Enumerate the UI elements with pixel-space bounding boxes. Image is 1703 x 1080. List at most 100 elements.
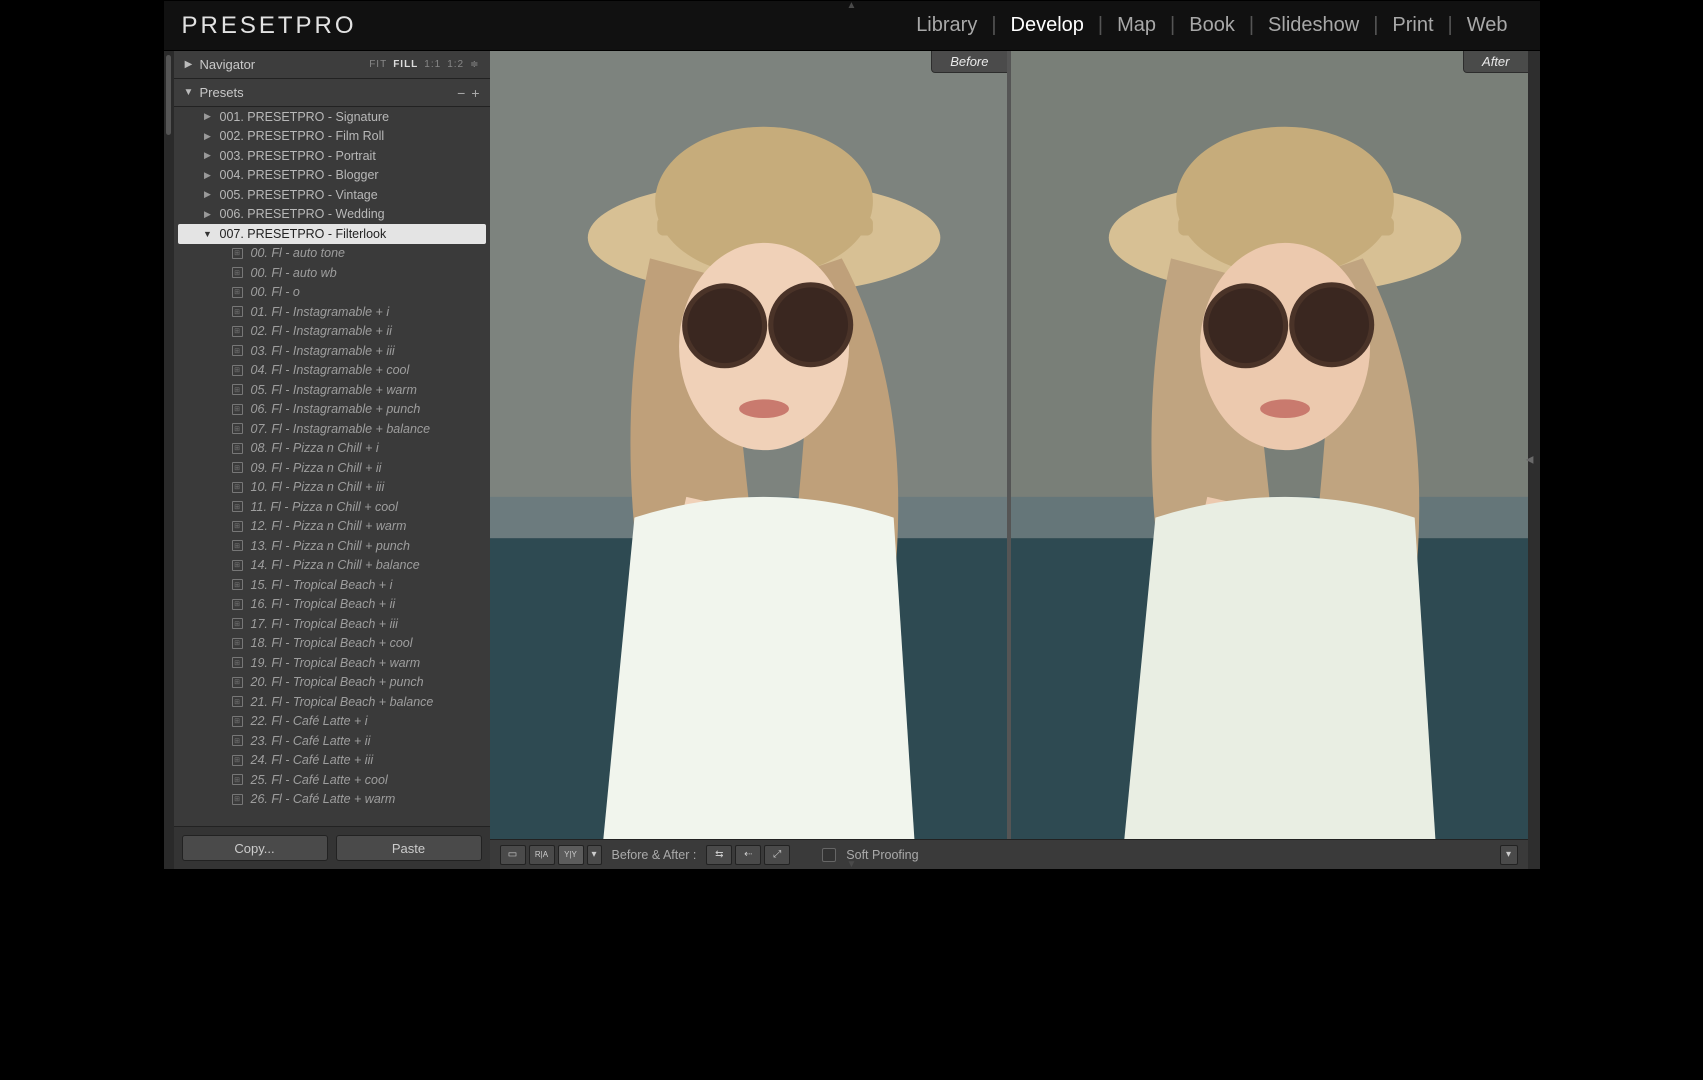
preset-folder[interactable]: ▶006. PRESETPRO - Wedding xyxy=(174,205,490,225)
brand-logo: PRESETPRO xyxy=(182,12,357,40)
preset-item[interactable]: ⊞15. Fl - Tropical Beach + i xyxy=(174,575,490,595)
left-bottom-buttons: Copy... Paste xyxy=(174,826,490,869)
preset-item[interactable]: ⊞02. Fl - Instagramable + ii xyxy=(174,322,490,342)
module-map[interactable]: Map xyxy=(1103,14,1170,37)
preset-folder[interactable]: ▼007. PRESETPRO - Filterlook xyxy=(178,224,486,244)
preset-item[interactable]: ⊞19. Fl - Tropical Beach + warm xyxy=(174,653,490,673)
preset-item-label: 24. Fl - Café Latte + iii xyxy=(251,753,374,767)
preset-item[interactable]: ⊞17. Fl - Tropical Beach + iii xyxy=(174,614,490,634)
preset-item-label: 23. Fl - Café Latte + ii xyxy=(251,734,371,748)
center-viewport: Before xyxy=(490,51,1528,869)
right-panel-collapsed[interactable]: ◀ xyxy=(1528,51,1540,869)
preset-icon: ⊞ xyxy=(232,579,243,590)
preset-item[interactable]: ⊞01. Fl - Instagramable + i xyxy=(174,302,490,322)
after-pane[interactable]: After xyxy=(1011,51,1528,839)
swap-before-after-button[interactable]: ⇆ xyxy=(706,845,732,865)
preset-folder-label: 006. PRESETPRO - Wedding xyxy=(220,207,385,221)
preset-item[interactable]: ⊞06. Fl - Instagramable + punch xyxy=(174,400,490,420)
preset-item[interactable]: ⊞24. Fl - Café Latte + iii xyxy=(174,751,490,771)
preset-item[interactable]: ⊞07. Fl - Instagramable + balance xyxy=(174,419,490,439)
chevron-right-icon: ▶ xyxy=(184,59,194,70)
preset-item-label: 03. Fl - Instagramable + iii xyxy=(251,344,395,358)
presets-header[interactable]: ▼ Presets − + xyxy=(174,79,490,107)
preset-item[interactable]: ⊞22. Fl - Café Latte + i xyxy=(174,712,490,732)
minus-icon[interactable]: − xyxy=(457,85,465,101)
preset-item[interactable]: ⊞ 03. Fl - Instagramable + iii xyxy=(174,341,490,361)
toolbar-collapse-button[interactable]: ▾ xyxy=(1500,845,1518,865)
left-scrollbar[interactable] xyxy=(164,51,174,869)
preset-item[interactable]: ⊞05. Fl - Instagramable + warm xyxy=(174,380,490,400)
preset-item-label: 17. Fl - Tropical Beach + iii xyxy=(251,617,398,631)
zoom-fit[interactable]: FIT xyxy=(369,59,387,70)
preset-item[interactable]: ⊞08. Fl - Pizza n Chill + i xyxy=(174,439,490,459)
preset-item[interactable]: ⊞12. Fl - Pizza n Chill + warm xyxy=(174,517,490,537)
module-develop[interactable]: Develop xyxy=(997,14,1098,37)
zoom-1-1[interactable]: 1:1 xyxy=(424,59,441,70)
preset-item[interactable]: ⊞00. Fl - auto tone xyxy=(174,244,490,264)
module-book[interactable]: Book xyxy=(1175,14,1249,37)
copy-button[interactable]: Copy... xyxy=(182,835,328,861)
preset-folder-label: 007. PRESETPRO - Filterlook xyxy=(220,227,387,241)
preset-item[interactable]: ⊞18. Fl - Tropical Beach + cool xyxy=(174,634,490,654)
preset-item[interactable]: ⊞09. Fl - Pizza n Chill + ii xyxy=(174,458,490,478)
before-after-view-button[interactable]: Y|Y xyxy=(558,845,584,865)
before-pane[interactable]: Before xyxy=(490,51,1007,839)
chevron-down-icon: ▼ xyxy=(184,87,194,98)
navigator-zoom-options: FIT FILL 1:1 1:2 ≑ xyxy=(369,59,479,70)
preset-item-label: 14. Fl - Pizza n Chill + balance xyxy=(251,558,420,572)
preset-item-label: 12. Fl - Pizza n Chill + warm xyxy=(251,519,407,533)
before-after-menu-button[interactable]: ▾ xyxy=(587,845,602,865)
navigator-header[interactable]: ▶ Navigator FITFILL1:11:2≑ xyxy=(174,51,490,79)
preset-item[interactable]: ⊞25. Fl - Café Latte + cool xyxy=(174,770,490,790)
preset-icon: ⊞ xyxy=(232,248,243,259)
loupe-view-button[interactable]: ▭ xyxy=(500,845,526,865)
preset-item[interactable]: ⊞26. Fl - Café Latte + warm xyxy=(174,790,490,810)
preset-item[interactable]: ⊞00. Fl - auto wb xyxy=(174,263,490,283)
filmstrip-toggle[interactable]: ▼ xyxy=(847,859,857,870)
zoom-stepper-icon[interactable]: ≑ xyxy=(470,59,479,70)
preset-icon: ⊞ xyxy=(232,345,243,356)
preset-folder[interactable]: ▶002. PRESETPRO - Film Roll xyxy=(174,127,490,147)
reference-view-button[interactable]: R|A xyxy=(529,845,555,865)
preset-item[interactable]: ⊞14. Fl - Pizza n Chill + balance xyxy=(174,556,490,576)
preset-item-label: 00. Fl - auto wb xyxy=(251,266,337,280)
zoom-fill[interactable]: FILL xyxy=(393,59,418,70)
preset-item-label: 25. Fl - Café Latte + cool xyxy=(251,773,388,787)
chevron-right-icon: ▶ xyxy=(202,189,214,200)
soft-proofing-checkbox[interactable] xyxy=(822,848,836,862)
preset-item[interactable]: ⊞10. Fl - Pizza n Chill + iii xyxy=(174,478,490,498)
top-panel-toggle[interactable]: ▲ xyxy=(847,0,857,11)
soft-proofing-label: Soft Proofing xyxy=(846,848,918,862)
preset-icon: ⊞ xyxy=(232,443,243,454)
zoom-1-2[interactable]: 1:2 xyxy=(447,59,464,70)
preset-folder[interactable]: ▶004. PRESETPRO - Blogger xyxy=(174,166,490,186)
preset-item[interactable]: ⊞23. Fl - Café Latte + ii xyxy=(174,731,490,751)
copy-after-to-before-button[interactable]: ⇠ xyxy=(735,845,761,865)
preset-item[interactable]: ⊞04. Fl - Instagramable + cool xyxy=(174,361,490,381)
plus-icon[interactable]: + xyxy=(471,85,479,101)
preset-folder-label: 004. PRESETPRO - Blogger xyxy=(220,168,379,182)
preset-folder[interactable]: ▶005. PRESETPRO - Vintage xyxy=(174,185,490,205)
preset-folder[interactable]: ▶003. PRESETPRO - Portrait xyxy=(174,146,490,166)
before-after-label: Before & After : xyxy=(612,848,697,862)
preset-folder-label: 002. PRESETPRO - Film Roll xyxy=(220,129,385,143)
copy-before-to-after-button[interactable]: ⤢ xyxy=(764,845,790,865)
preset-item[interactable]: ⊞00. Fl - o xyxy=(174,283,490,303)
preset-item[interactable]: ⊞20. Fl - Tropical Beach + punch xyxy=(174,673,490,693)
module-library[interactable]: Library xyxy=(902,14,991,37)
paste-button[interactable]: Paste xyxy=(336,835,482,861)
preset-item[interactable]: ⊞13. Fl - Pizza n Chill + punch xyxy=(174,536,490,556)
module-web[interactable]: Web xyxy=(1453,14,1522,37)
preset-item-label: 09. Fl - Pizza n Chill + ii xyxy=(251,461,382,475)
preset-item-label: 05. Fl - Instagramable + warm xyxy=(251,383,417,397)
preset-item-label: 20. Fl - Tropical Beach + punch xyxy=(251,675,424,689)
preset-item[interactable]: ⊞21. Fl - Tropical Beach + balance xyxy=(174,692,490,712)
preset-item[interactable]: ⊞11. Fl - Pizza n Chill + cool xyxy=(174,497,490,517)
module-slideshow[interactable]: Slideshow xyxy=(1254,14,1373,37)
preset-folder-label: 003. PRESETPRO - Portrait xyxy=(220,149,376,163)
preset-item[interactable]: ⊞16. Fl - Tropical Beach + ii xyxy=(174,595,490,615)
preset-folder[interactable]: ▶001. PRESETPRO - Signature xyxy=(174,107,490,127)
preset-icon: ⊞ xyxy=(232,657,243,668)
preset-folder-label: 001. PRESETPRO - Signature xyxy=(220,110,390,124)
module-print[interactable]: Print xyxy=(1378,14,1447,37)
